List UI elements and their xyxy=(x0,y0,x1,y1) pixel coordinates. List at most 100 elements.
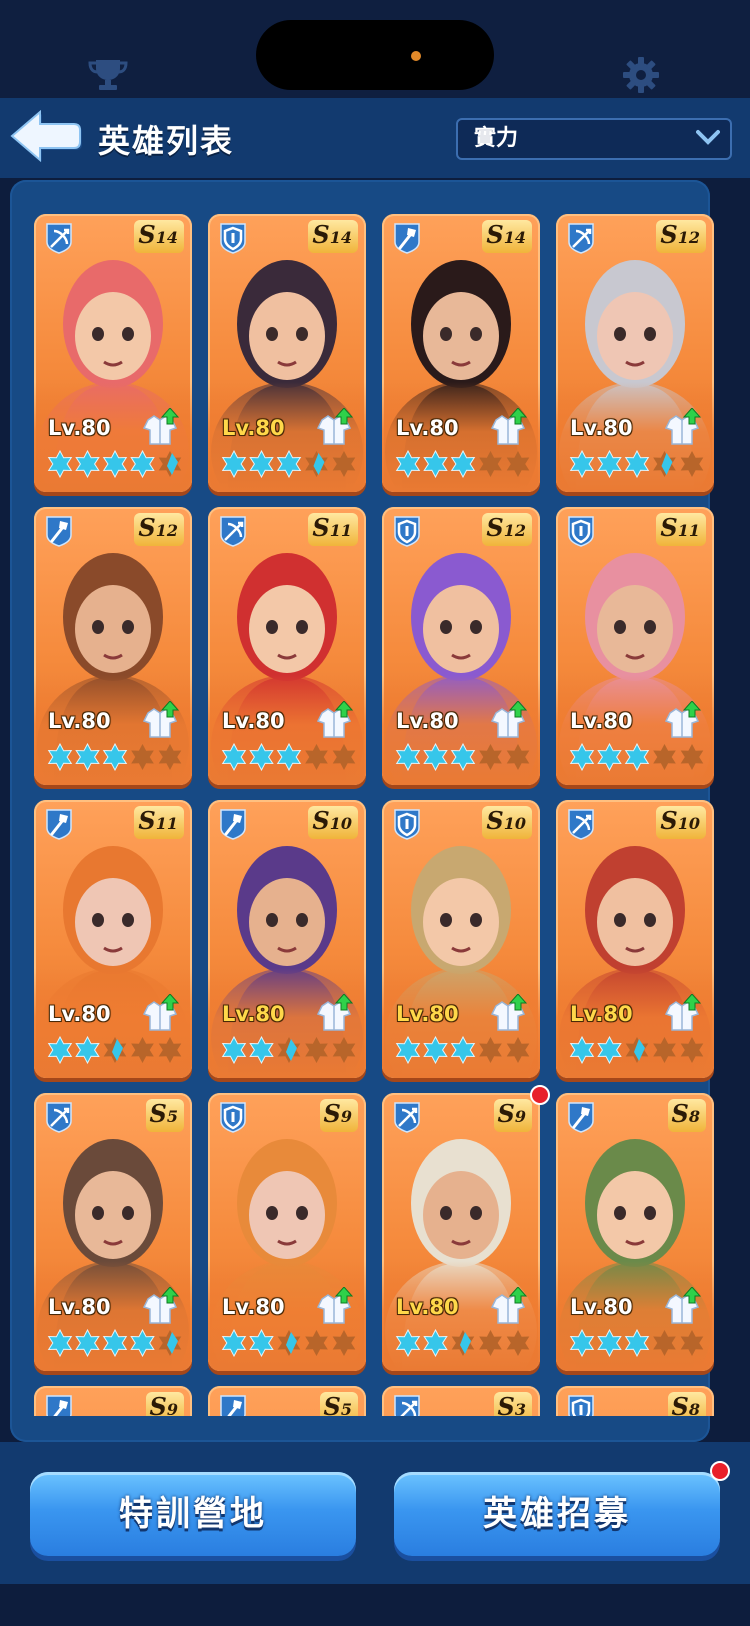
sort-dropdown[interactable]: 實力 xyxy=(456,118,732,160)
star-icon xyxy=(680,744,704,770)
hero-rank-letter: S xyxy=(138,806,156,835)
gear-upgrade-icon xyxy=(142,994,180,1031)
star-icon xyxy=(221,1329,247,1357)
hero-rank-badge: S11 xyxy=(656,513,706,546)
star-rating xyxy=(47,1036,182,1064)
hero-rank-number: 8 xyxy=(688,1400,700,1416)
gear-upgrade-icon xyxy=(316,994,354,1031)
hero-card[interactable]: S11 Lv.80 xyxy=(208,507,366,785)
gear-upgrade-icon xyxy=(142,1287,180,1324)
hero-card[interactable]: S5 Lv.80 xyxy=(34,1093,192,1371)
star-icon xyxy=(221,450,247,478)
hero-card[interactable]: S12 Lv.80 xyxy=(556,214,714,492)
staff-icon xyxy=(568,1102,594,1133)
star-icon xyxy=(332,744,356,770)
hero-card[interactable]: S11 Lv.80 xyxy=(34,800,192,1078)
crossbow-icon xyxy=(568,223,594,254)
trophy-icon[interactable] xyxy=(88,58,128,90)
hero-level: Lv.80 xyxy=(570,416,633,440)
star-icon xyxy=(624,450,650,478)
star-rating xyxy=(395,1329,530,1357)
star-icon xyxy=(680,1037,704,1063)
shield-icon xyxy=(394,516,420,547)
star-icon xyxy=(332,1330,356,1356)
star-icon xyxy=(450,450,476,478)
hero-rank-number: 11 xyxy=(155,814,178,833)
hero-card[interactable]: S8 xyxy=(556,1386,714,1416)
hero-rank-number: 14 xyxy=(503,228,526,247)
gear-icon[interactable] xyxy=(622,56,660,94)
star-icon xyxy=(569,1329,595,1357)
hero-rank-badge: S12 xyxy=(656,220,706,253)
gear-upgrade-icon xyxy=(664,701,702,738)
star-icon xyxy=(423,743,448,771)
training-camp-button[interactable]: 特訓營地 xyxy=(30,1472,356,1556)
gear-upgrade-icon xyxy=(316,701,354,738)
hero-card[interactable]: S3 xyxy=(382,1386,540,1416)
hero-rank-number: 9 xyxy=(166,1400,178,1416)
hero-rank-number: 5 xyxy=(340,1400,352,1416)
star-rating xyxy=(569,450,704,478)
star-icon xyxy=(47,1329,73,1357)
star-rating xyxy=(47,450,182,478)
hero-card[interactable]: S9 xyxy=(34,1386,192,1416)
star-rating xyxy=(221,450,356,478)
star-icon xyxy=(506,1037,530,1063)
hero-grid[interactable]: S14 Lv.80 S14 Lv.80 S14 Lv.80 S12 Lv.80 S12 Lv.80… xyxy=(24,206,720,1416)
home-indicator-area xyxy=(0,1584,750,1626)
star-rating xyxy=(569,1036,704,1064)
back-arrow-icon[interactable] xyxy=(10,110,82,166)
hero-card[interactable]: S10 Lv.80 xyxy=(382,800,540,1078)
hero-card[interactable]: S12 Lv.80 xyxy=(34,507,192,785)
shield-icon xyxy=(220,1102,246,1133)
star-icon xyxy=(249,1329,274,1357)
hero-rank-letter: S xyxy=(312,220,330,249)
hero-rank-badge: S8 xyxy=(667,1392,706,1416)
star-icon xyxy=(276,743,302,771)
star-icon xyxy=(423,450,448,478)
star-icon xyxy=(158,744,182,770)
hero-card[interactable]: S10 Lv.80 xyxy=(208,800,366,1078)
hero-rank-number: 11 xyxy=(329,521,352,540)
hero-rank-badge: S9 xyxy=(145,1392,184,1416)
hero-card[interactable]: S14 Lv.80 xyxy=(382,214,540,492)
crossbow-icon xyxy=(394,1102,420,1133)
hero-card[interactable]: S14 Lv.80 xyxy=(208,214,366,492)
hero-card[interactable]: S5 xyxy=(208,1386,366,1416)
star-icon xyxy=(653,1037,676,1063)
star-icon xyxy=(479,1037,502,1063)
training-camp-label: 特訓營地 xyxy=(119,1494,267,1534)
hero-rank-letter: S xyxy=(323,1099,341,1128)
star-rating xyxy=(47,743,182,771)
star-rating xyxy=(569,743,704,771)
hero-card[interactable]: S8 Lv.80 xyxy=(556,1093,714,1371)
hero-rank-letter: S xyxy=(138,220,156,249)
hero-rank-letter: S xyxy=(312,513,330,542)
hero-card[interactable]: S11 Lv.80 xyxy=(556,507,714,785)
hero-level: Lv.80 xyxy=(570,1002,633,1026)
star-icon xyxy=(423,1329,448,1357)
hero-card[interactable]: S12 Lv.80 xyxy=(382,507,540,785)
hero-card[interactable]: S10 Lv.80 xyxy=(556,800,714,1078)
staff-icon xyxy=(220,809,246,840)
star-icon xyxy=(597,1036,622,1064)
staff-icon xyxy=(46,809,72,840)
star-icon xyxy=(624,743,650,771)
crossbow-icon xyxy=(46,223,72,254)
hero-card[interactable]: S9 Lv.80 xyxy=(208,1093,366,1371)
camera-notch xyxy=(256,20,494,90)
star-icon xyxy=(47,450,73,478)
hero-level: Lv.80 xyxy=(570,709,633,733)
hero-rank-badge: S10 xyxy=(482,806,532,839)
star-icon xyxy=(479,744,502,770)
hero-rank-number: 3 xyxy=(514,1400,526,1416)
hero-rank-letter: S xyxy=(312,806,330,835)
hero-card[interactable]: S9 Lv.80 xyxy=(382,1093,540,1371)
hero-rank-letter: S xyxy=(497,1099,515,1128)
hero-rank-letter: S xyxy=(149,1099,167,1128)
hero-rank-badge: S9 xyxy=(319,1099,358,1132)
hero-card[interactable]: S14 Lv.80 xyxy=(34,214,192,492)
hero-recruit-button[interactable]: 英雄招募 xyxy=(394,1472,720,1556)
hero-rank-letter: S xyxy=(497,1392,515,1416)
star-icon xyxy=(680,451,704,477)
